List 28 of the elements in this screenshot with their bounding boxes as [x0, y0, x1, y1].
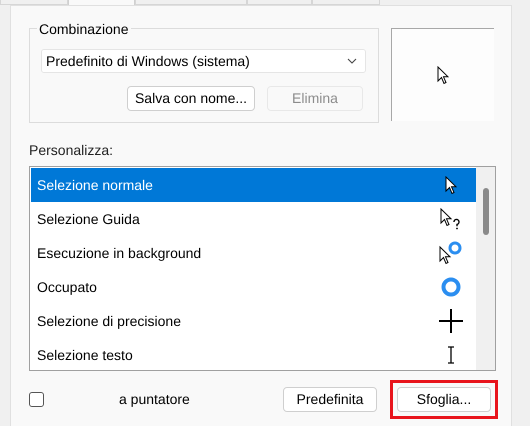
cursor-row[interactable]: Selezione Guida: [31, 202, 476, 236]
cursor-row[interactable]: Esecuzione in background: [31, 236, 476, 270]
checkbox-label: a puntatore: [119, 390, 190, 409]
cursor-row[interactable]: Selezione testo: [31, 338, 476, 372]
customize-label: Personalizza:: [29, 141, 114, 160]
arrow-cursor-icon: [437, 66, 449, 84]
tab[interactable]: [135, 0, 247, 5]
busy-ring-icon: [441, 277, 461, 297]
save-as-button[interactable]: Salva con nome...: [127, 86, 255, 111]
scheme-dropdown[interactable]: Predefinito di Windows (sistema): [41, 49, 366, 73]
cursor-row[interactable]: Selezione normale: [31, 168, 476, 202]
help-cursor-icon: [440, 208, 462, 230]
cursor-row[interactable]: Selezione di precisione: [31, 304, 476, 338]
busy-arrow-cursor-icon: [439, 241, 463, 265]
browse-button[interactable]: Sfoglia...: [397, 387, 491, 412]
scrollbar-thumb[interactable]: [482, 188, 488, 235]
arrow-cursor-icon: [445, 176, 457, 194]
chevron-down-icon: [347, 58, 357, 64]
cursor-row[interactable]: Occupato: [31, 270, 476, 304]
tab[interactable]: [0, 0, 68, 5]
default-button[interactable]: Predefinita: [283, 387, 377, 412]
tab[interactable]: [68, 0, 135, 5]
tab[interactable]: [247, 0, 312, 5]
scrollbar[interactable]: [476, 167, 495, 370]
shadow-checkbox[interactable]: [29, 392, 44, 407]
text-cursor-icon: [447, 346, 455, 364]
crosshair-icon: [438, 308, 464, 334]
tab[interactable]: [312, 0, 380, 5]
